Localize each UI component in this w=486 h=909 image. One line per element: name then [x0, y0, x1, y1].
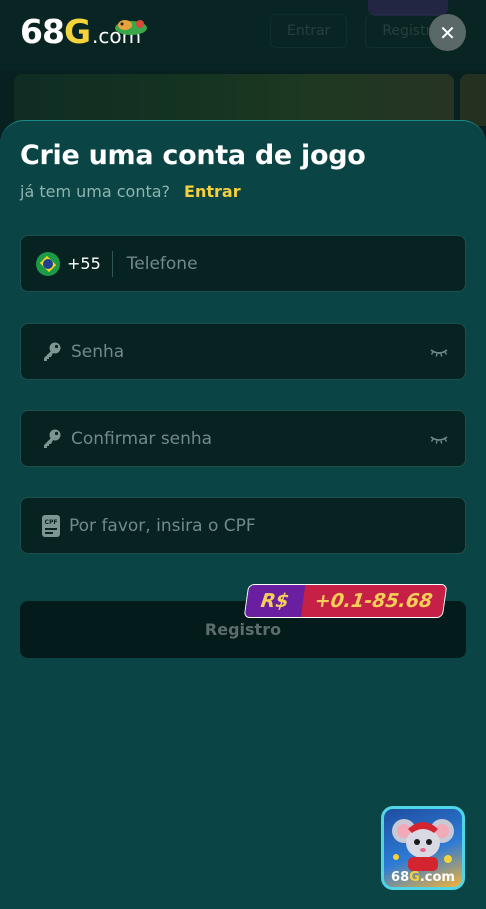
eye-closed-icon[interactable]: [429, 431, 449, 447]
cpf-card-icon: CPF: [42, 514, 60, 537]
close-icon: ✕: [439, 20, 456, 45]
logo-mascot-icon: [115, 20, 147, 35]
phone-field[interactable]: +55 Telefone: [20, 235, 466, 292]
dial-code[interactable]: +55: [67, 254, 101, 273]
key-icon: [41, 341, 63, 363]
phone-input[interactable]: Telefone: [127, 254, 198, 274]
key-icon: [41, 428, 63, 450]
mascot-brand: 68G.com: [384, 870, 462, 885]
password-field[interactable]: Senha: [20, 323, 466, 380]
modal-title: Crie uma conta de jogo: [20, 140, 366, 171]
confirm-password-input[interactable]: Confirmar senha: [71, 429, 212, 449]
field-divider: [111, 250, 113, 277]
cpf-field[interactable]: CPF Por favor, insira o CPF: [20, 497, 466, 554]
logo-number: 68: [20, 12, 65, 51]
confirm-password-field[interactable]: Confirmar senha: [20, 410, 466, 467]
mascot-brand-letter: G: [409, 870, 420, 885]
brazil-flag-icon[interactable]: [36, 251, 60, 276]
mascot-promo-button[interactable]: 68G.com: [381, 806, 465, 890]
mascot-brand-number: 68: [391, 870, 410, 885]
password-input[interactable]: Senha: [71, 342, 124, 362]
bonus-currency: R$: [244, 585, 306, 617]
close-button[interactable]: ✕: [429, 14, 466, 51]
eye-closed-icon[interactable]: [429, 344, 449, 360]
login-link[interactable]: Entrar: [184, 182, 241, 201]
site-logo: 68 G .com: [20, 12, 147, 56]
logo-letter: G: [63, 12, 92, 51]
login-prompt-text: já tem uma conta?: [20, 182, 171, 201]
login-prompt: já tem uma conta? Entrar: [20, 182, 241, 201]
svg-text:CPF: CPF: [45, 519, 58, 526]
mouse-mascot-icon: [392, 819, 454, 871]
cpf-input[interactable]: Por favor, insira o CPF: [69, 516, 256, 536]
bonus-badge: R$ +0.1-85.68: [243, 584, 448, 618]
bonus-range: +0.1-85.68: [300, 585, 447, 617]
mascot-brand-suffix: .com: [419, 870, 455, 885]
